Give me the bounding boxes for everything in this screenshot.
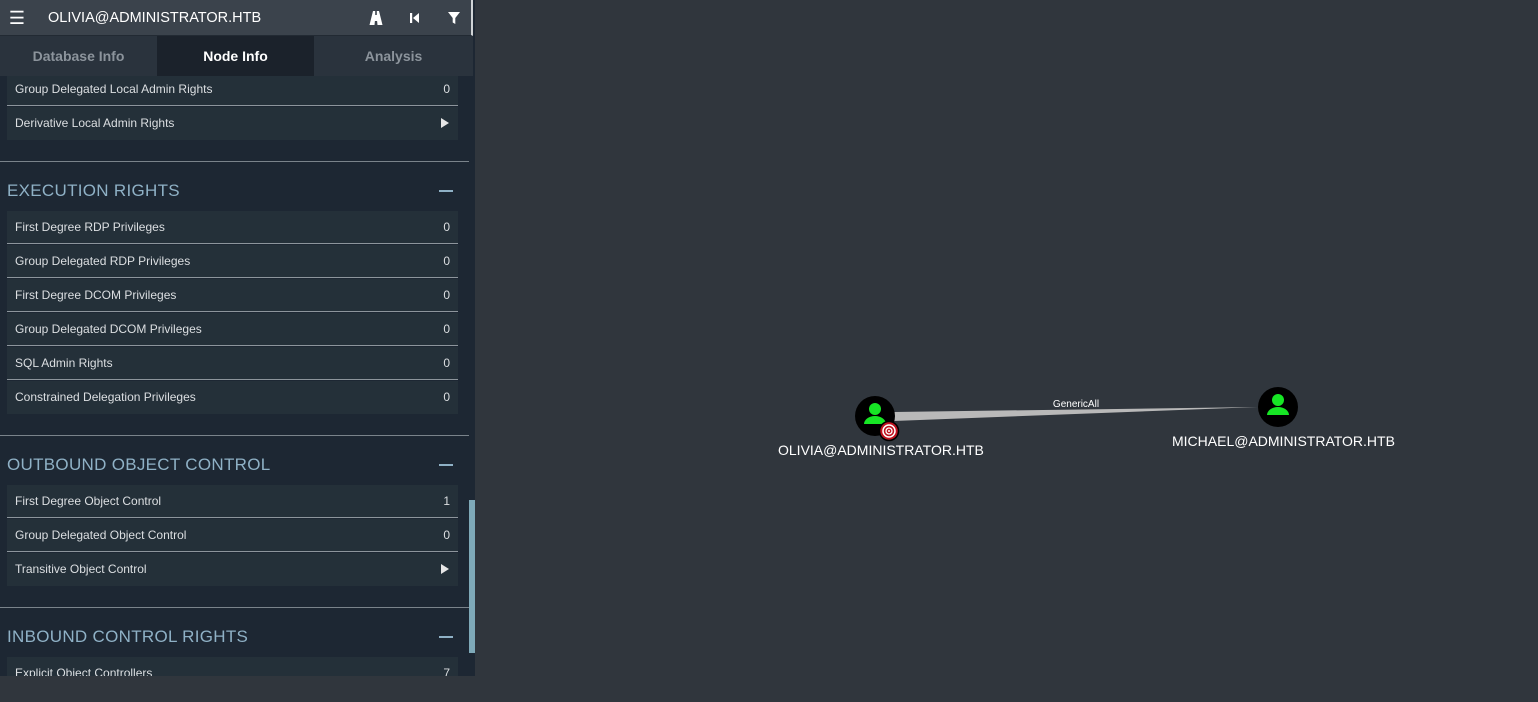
- user-icon: [869, 403, 881, 415]
- collapse-icon[interactable]: [439, 464, 453, 466]
- user-node-olivia[interactable]: [855, 396, 900, 442]
- list-item[interactable]: SQL Admin Rights 0: [7, 347, 458, 380]
- tab-database-info[interactable]: Database Info: [0, 36, 157, 76]
- graph-canvas[interactable]: GenericAll OLIVIA@ADMINISTRATOR.HTB MICH…: [475, 0, 1538, 702]
- search-bar: ☰ OLIVIA@ADMINISTRATOR.HTB: [0, 0, 473, 36]
- collapse-icon[interactable]: [439, 190, 453, 192]
- expand-arrow-icon[interactable]: [441, 118, 449, 128]
- list-item[interactable]: Group Delegated Object Control 0: [7, 519, 458, 552]
- list-item[interactable]: Explicit Object Controllers 7: [7, 657, 458, 676]
- target-icon: [878, 420, 900, 442]
- edge-label[interactable]: GenericAll: [1053, 399, 1099, 410]
- list-item[interactable]: First Degree DCOM Privileges 0: [7, 279, 458, 312]
- back-icon[interactable]: [396, 0, 434, 36]
- filter-icon[interactable]: [435, 0, 473, 36]
- list-item[interactable]: First Degree RDP Privileges 0: [7, 211, 458, 244]
- menu-icon[interactable]: ☰: [0, 0, 34, 36]
- user-node-michael[interactable]: [1258, 387, 1298, 427]
- graph-svg: GenericAll: [855, 387, 1298, 442]
- node-info-content: Group Delegated Local Admin Rights 0 Der…: [0, 76, 469, 676]
- list-item[interactable]: Group Delegated RDP Privileges 0: [7, 245, 458, 278]
- panel-tabs: Database Info Node Info Analysis: [0, 36, 473, 76]
- node-label-olivia[interactable]: OLIVIA@ADMINISTRATOR.HTB: [778, 442, 984, 458]
- list-item[interactable]: First Degree Object Control 1: [7, 485, 458, 518]
- selected-node-name[interactable]: OLIVIA@ADMINISTRATOR.HTB: [48, 0, 261, 36]
- node-info-panel: ☰ OLIVIA@ADMINISTRATOR.HTB Database Info…: [0, 0, 475, 676]
- list-item[interactable]: Group Delegated Local Admin Rights 0: [7, 76, 458, 106]
- user-icon: [1272, 394, 1284, 406]
- section-title-inbound-control-rights: INBOUND CONTROL RIGHTS: [7, 627, 249, 646]
- section-divider: [0, 435, 469, 436]
- node-label-michael[interactable]: MICHAEL@ADMINISTRATOR.HTB: [1172, 433, 1395, 449]
- section-divider: [0, 607, 469, 608]
- section-title-execution-rights: EXECUTION RIGHTS: [7, 181, 180, 200]
- section-title-outbound-object-control: OUTBOUND OBJECT CONTROL: [7, 455, 271, 474]
- tab-node-info[interactable]: Node Info: [157, 36, 314, 76]
- tab-analysis[interactable]: Analysis: [314, 36, 473, 76]
- list-item[interactable]: Constrained Delegation Privileges 0: [7, 381, 458, 414]
- list-item[interactable]: Derivative Local Admin Rights: [7, 107, 458, 140]
- pathfinding-icon[interactable]: [357, 0, 395, 36]
- list-item[interactable]: Transitive Object Control: [7, 553, 458, 586]
- list-item[interactable]: Group Delegated DCOM Privileges 0: [7, 313, 458, 346]
- expand-arrow-icon[interactable]: [441, 564, 449, 574]
- section-divider: [0, 161, 469, 162]
- collapse-icon[interactable]: [439, 636, 453, 638]
